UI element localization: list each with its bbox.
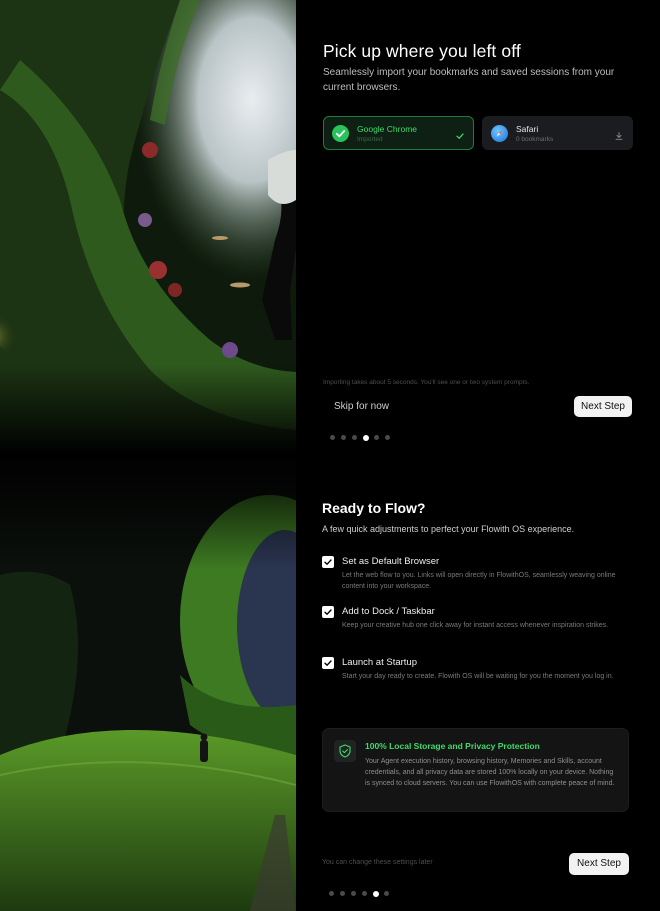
progress-dot[interactable]	[340, 891, 345, 896]
option-title: Launch at Startup	[342, 657, 417, 668]
browser-name: Safari	[516, 124, 539, 134]
progress-dot[interactable]	[362, 891, 367, 896]
next-step-button[interactable]: Next Step	[574, 396, 632, 417]
page-title: Ready to Flow?	[322, 500, 426, 516]
progress-dot[interactable]	[385, 435, 390, 440]
option-title: Set as Default Browser	[342, 556, 440, 567]
import-content: Pick up where you left off Seamlessly im…	[296, 0, 660, 455]
privacy-title: 100% Local Storage and Privacy Protectio…	[365, 741, 540, 751]
checkbox-checked-icon[interactable]	[322, 556, 334, 568]
progress-dot-active[interactable]	[373, 890, 379, 897]
download-icon[interactable]	[614, 128, 624, 140]
import-bookmarks-screen: Pick up where you left off Seamlessly im…	[0, 0, 660, 455]
forest-tunnel-artwork	[0, 0, 296, 455]
option-description: Let the web flow to you. Links will open…	[342, 572, 616, 590]
browser-status: Imported	[357, 136, 383, 143]
step-progress-dots	[329, 890, 399, 897]
chrome-check-icon	[332, 125, 349, 142]
privacy-notice-card: 100% Local Storage and Privacy Protectio…	[322, 728, 629, 812]
browser-card-safari[interactable]: Safari 0 bookmarks	[482, 116, 633, 150]
privacy-body: Your Agent execution history, browsing h…	[365, 758, 615, 787]
check-icon	[455, 128, 465, 139]
ready-to-flow-screen: Ready to Flow? A few quick adjustments t…	[0, 455, 660, 911]
option-title: Add to Dock / Taskbar	[342, 606, 435, 617]
progress-dot[interactable]	[374, 435, 379, 440]
browser-name: Google Chrome	[357, 124, 418, 134]
checkbox-checked-icon[interactable]	[322, 657, 334, 669]
progress-dot[interactable]	[330, 435, 335, 440]
option-description: Start your day ready to create. Flowith …	[342, 673, 614, 680]
progress-dot[interactable]	[329, 891, 334, 896]
settings-change-note: You can change these settings later	[322, 859, 433, 866]
progress-dot[interactable]	[351, 891, 356, 896]
next-step-button[interactable]: Next Step	[569, 853, 629, 875]
step-progress-dots	[330, 434, 400, 441]
skip-button[interactable]: Skip for now	[334, 401, 389, 412]
safari-compass-icon	[491, 125, 508, 142]
browser-status: 0 bookmarks	[516, 136, 554, 143]
ready-content: Ready to Flow? A few quick adjustments t…	[296, 455, 660, 911]
page-subtitle: Seamlessly import your bookmarks and sav…	[323, 67, 615, 93]
option-description: Keep your creative hub one click away fo…	[342, 622, 609, 629]
progress-dot[interactable]	[341, 435, 346, 440]
progress-dot-active[interactable]	[363, 434, 369, 441]
page-subtitle: A few quick adjustments to perfect your …	[322, 524, 575, 534]
green-portal-artwork	[0, 455, 296, 911]
shield-check-icon	[334, 740, 356, 762]
progress-dot[interactable]	[384, 891, 389, 896]
checkbox-checked-icon[interactable]	[322, 606, 334, 618]
browser-card-chrome[interactable]: Google Chrome Imported	[323, 116, 474, 150]
page-title: Pick up where you left off	[323, 41, 521, 61]
progress-dot[interactable]	[352, 435, 357, 440]
import-duration-note: Importing takes about 5 seconds. You'll …	[323, 379, 530, 386]
